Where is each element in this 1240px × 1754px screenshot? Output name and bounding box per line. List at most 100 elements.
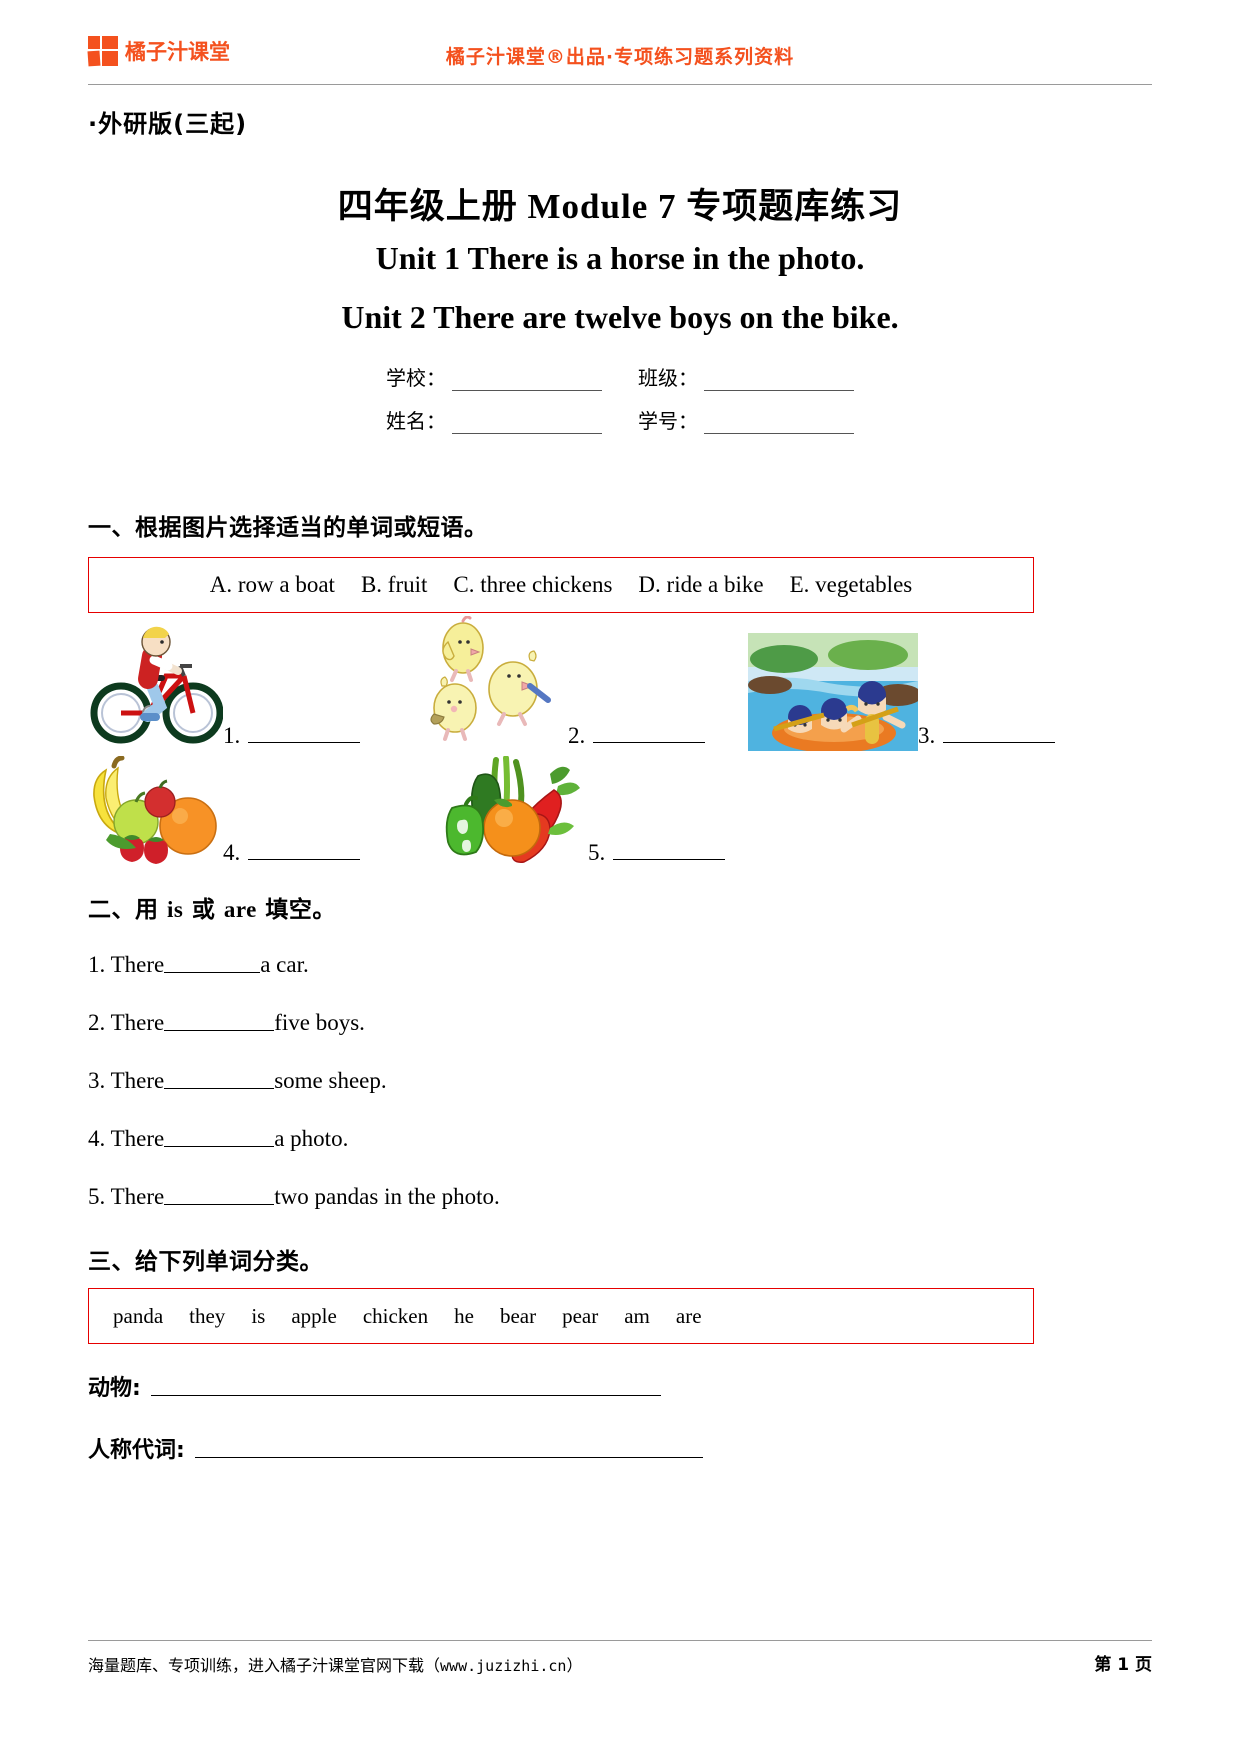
vegetables-picture	[418, 756, 588, 868]
section-1-options-box: A. row a boat B. fruit C. three chickens…	[88, 557, 1034, 613]
fill-question-5-blank[interactable]	[164, 1203, 275, 1205]
category-animals-answer-blank[interactable]	[150, 1394, 661, 1396]
option-c: C. three chickens	[453, 572, 613, 597]
fill-question-3-blank[interactable]	[164, 1087, 275, 1089]
option-d: D. ride a bike	[638, 572, 764, 597]
page-number: 第 1 页	[1094, 1655, 1152, 1675]
name-label: 姓名：	[386, 409, 446, 433]
question-1-answer-blank[interactable]	[248, 741, 361, 743]
fill-question-5-prefix: 5. There	[88, 1184, 165, 1209]
category-pronouns-label: 人称代词:	[88, 1438, 185, 1463]
fill-question-3-suffix: some sheep.	[274, 1068, 387, 1093]
word-he: he	[454, 1303, 474, 1328]
fill-question-1-suffix: a car.	[260, 952, 309, 977]
question-5-cell: 5.	[418, 756, 748, 868]
kids-rafting-boat-picture	[748, 633, 918, 751]
student-info-row-1: 学校： 班级：	[88, 362, 1152, 391]
word-apple: apple	[291, 1303, 337, 1328]
fill-question-1: 1. There a car.	[88, 952, 309, 978]
option-e: E. vegetables	[789, 572, 913, 597]
question-1-number: 1.	[223, 723, 241, 748]
word-is: is	[251, 1303, 266, 1328]
section-2-word-are: are	[223, 897, 257, 922]
word-chicken: chicken	[362, 1303, 429, 1328]
section-2-heading-middle: 或	[183, 897, 224, 923]
question-2-number: 2.	[568, 723, 586, 748]
word-pear: pear	[562, 1303, 599, 1328]
picture-row-2: 4. 5.	[88, 756, 1152, 868]
fill-question-2-blank[interactable]	[164, 1029, 275, 1031]
question-3-number: 3.	[918, 723, 936, 748]
edition-label: ·外研版(三起)	[88, 110, 248, 138]
fill-question-4-suffix: a photo.	[274, 1126, 349, 1151]
footer-note-end: ）	[566, 1656, 583, 1675]
option-list: A. row a boat B. fruit C. three chickens…	[210, 572, 912, 598]
fill-question-5: 5. There two pandas in the photo.	[88, 1184, 500, 1210]
fill-question-4-prefix: 4. There	[88, 1126, 165, 1151]
question-5-answer-blank[interactable]	[613, 858, 726, 860]
class-label: 班级：	[638, 366, 698, 390]
unit2-title: Unit 2 There are twelve boys on the bike…	[341, 299, 899, 335]
page-header: 橘子汁课堂 橘子汁课堂®出品·专项练习题系列资料	[0, 0, 1240, 86]
fill-question-1-blank[interactable]	[164, 971, 261, 973]
question-2-cell: 2.	[418, 616, 748, 751]
studentid-label: 学号：	[638, 409, 698, 433]
section-2-heading-prefix: 二、用	[88, 897, 168, 923]
fruit-basket-picture	[88, 756, 223, 868]
fill-question-3: 3. There some sheep.	[88, 1068, 387, 1094]
section-3-heading: 三、给下列单词分类。	[88, 1249, 323, 1275]
fill-question-4-blank[interactable]	[164, 1145, 275, 1147]
section-2-heading: 二、用 is 或 are 填空。	[88, 890, 336, 924]
footer-note-text: 海量题库、专项训练，进入橘子汁课堂官网下载（	[88, 1656, 441, 1675]
name-field[interactable]: 姓名：	[386, 405, 602, 434]
header-divider	[88, 84, 1152, 85]
word-they: they	[189, 1303, 226, 1328]
word-are: are	[675, 1303, 702, 1328]
page-title: 四年级上册 Module 7 专项题库练习	[337, 187, 903, 226]
question-2-answer-blank[interactable]	[593, 741, 706, 743]
footer-divider	[88, 1640, 1152, 1641]
fill-question-1-prefix: 1. There	[88, 952, 165, 977]
class-field[interactable]: 班级：	[638, 362, 854, 391]
footer-site-url[interactable]: www.juzizhi.cn	[440, 1657, 566, 1675]
question-3-answer-blank[interactable]	[943, 741, 1056, 743]
student-info-row-2: 姓名： 学号：	[88, 405, 1152, 434]
unit1-title: Unit 1 There is a horse in the photo.	[375, 240, 865, 276]
footer-note: 海量题库、专项训练，进入橘子汁课堂官网下载（www.juzizhi.cn）	[88, 1652, 582, 1676]
category-pronouns: 人称代词:	[88, 1432, 703, 1464]
word-panda: panda	[113, 1303, 164, 1328]
question-3-cell: 3.	[748, 633, 1078, 751]
question-1-cell: 1.	[88, 616, 418, 751]
question-4-number: 4.	[223, 840, 241, 865]
fill-question-3-prefix: 3. There	[88, 1068, 165, 1093]
category-pronouns-answer-blank[interactable]	[194, 1456, 703, 1458]
header-tagline: 橘子汁课堂®出品·专项练习题系列资料	[445, 46, 795, 68]
question-4-answer-blank[interactable]	[248, 858, 361, 860]
fill-question-2: 2. There five boys.	[88, 1010, 365, 1036]
section-3-word-box: panda they is apple chicken he bear pear…	[88, 1288, 1034, 1344]
category-animals-label: 动物:	[88, 1376, 141, 1401]
fill-question-2-prefix: 2. There	[88, 1010, 165, 1035]
fill-question-4: 4. There a photo.	[88, 1126, 348, 1152]
word-am: am	[624, 1303, 650, 1328]
word-list: panda they is apple chicken he bear pear…	[89, 1304, 702, 1329]
question-5-number: 5.	[588, 840, 606, 865]
school-input-line[interactable]	[452, 370, 602, 391]
question-4-cell: 4.	[88, 756, 418, 868]
section-2-word-is: is	[167, 897, 184, 922]
section-2-heading-suffix: 填空。	[256, 897, 336, 923]
name-input-line[interactable]	[452, 413, 602, 434]
picture-row-1: 1. 2. 3.	[88, 616, 1152, 751]
fill-question-2-suffix: five boys.	[274, 1010, 365, 1035]
category-animals: 动物:	[88, 1370, 661, 1402]
fill-question-5-suffix: two pandas in the photo.	[274, 1184, 500, 1209]
boy-riding-bike-picture	[88, 616, 223, 751]
three-chickens-picture	[418, 616, 568, 751]
word-bear: bear	[499, 1303, 537, 1328]
studentid-field[interactable]: 学号：	[638, 405, 854, 434]
class-input-line[interactable]	[704, 370, 854, 391]
studentid-input-line[interactable]	[704, 413, 854, 434]
school-field[interactable]: 学校：	[386, 362, 602, 391]
option-b: B. fruit	[360, 572, 428, 597]
option-a: A. row a boat	[209, 572, 335, 597]
